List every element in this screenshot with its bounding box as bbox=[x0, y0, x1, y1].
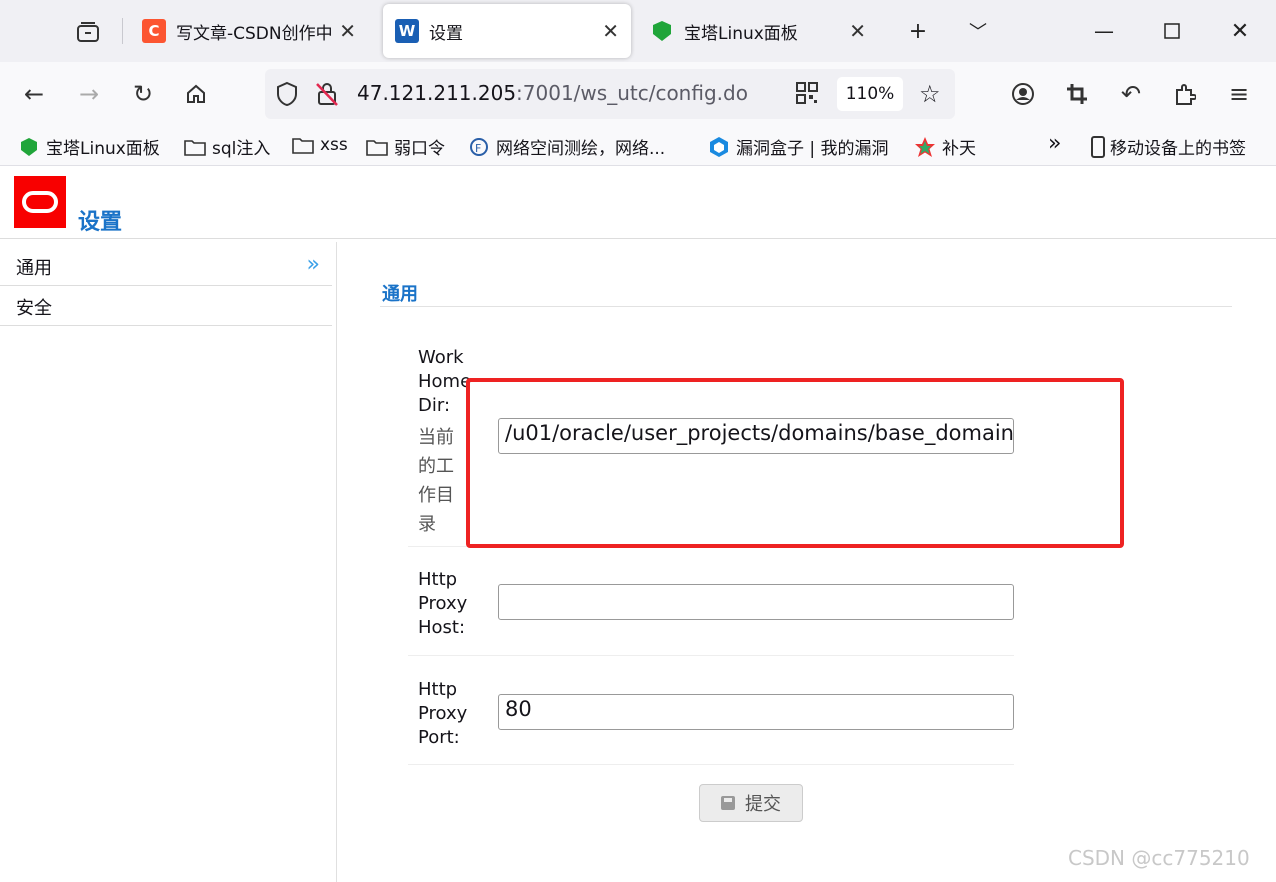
bookmark-label: 移动设备上的书签 bbox=[1110, 139, 1246, 159]
oracle-logo bbox=[14, 176, 66, 228]
bookmark-folder[interactable]: 弱口令 bbox=[366, 134, 445, 159]
double-chevron-right-icon: » bbox=[306, 252, 320, 277]
tab-bt-panel[interactable]: 宝塔Linux面板 ✕ bbox=[638, 4, 878, 58]
sidebar-item-general[interactable]: 通用 » bbox=[0, 246, 332, 286]
tab-settings[interactable]: W 设置 ✕ bbox=[383, 4, 631, 58]
new-tab-button[interactable]: + bbox=[898, 12, 938, 50]
close-icon[interactable]: ✕ bbox=[602, 19, 619, 43]
tab-separator bbox=[122, 18, 123, 44]
tab-title: 宝塔Linux面板 bbox=[684, 23, 798, 44]
sidebar-item-label: 安全 bbox=[16, 298, 52, 319]
section-title: 通用 bbox=[382, 284, 418, 305]
reload-icon[interactable]: ↻ bbox=[125, 76, 161, 112]
tab-title: 写文章-CSDN创作中心 bbox=[176, 23, 334, 44]
url-bar[interactable]: 47.121.211.205:7001/ws_utc/config.do 110… bbox=[265, 69, 955, 119]
bt-icon bbox=[18, 136, 40, 158]
tab-list-icon bbox=[77, 22, 99, 42]
bookmark-item[interactable]: 宝塔Linux面板 bbox=[18, 134, 160, 159]
home-icon[interactable] bbox=[178, 76, 214, 112]
http-proxy-port-label: Http Proxy Port: bbox=[418, 679, 468, 748]
close-icon[interactable]: ✕ bbox=[849, 19, 866, 43]
close-window-button[interactable]: ✕ bbox=[1220, 12, 1260, 50]
http-proxy-host-input[interactable] bbox=[498, 584, 1014, 620]
submit-label: 提交 bbox=[745, 794, 781, 815]
url-path: :7001/ws_utc/config.do bbox=[516, 81, 748, 105]
bookmark-item[interactable]: 补天 bbox=[914, 134, 976, 159]
bt-icon bbox=[650, 19, 674, 43]
row-divider bbox=[408, 655, 1014, 656]
close-icon[interactable]: ✕ bbox=[339, 19, 356, 43]
watermark: CSDN @cc775210 bbox=[1068, 846, 1250, 870]
bookmark-label: 漏洞盒子 | 我的漏洞 bbox=[736, 139, 889, 159]
minimize-button[interactable]: — bbox=[1084, 12, 1124, 50]
star-icon[interactable]: ☆ bbox=[919, 80, 941, 108]
qr-code-icon[interactable] bbox=[795, 81, 819, 109]
save-icon bbox=[721, 796, 735, 810]
svg-text:F: F bbox=[475, 142, 481, 155]
tab-list-button[interactable] bbox=[70, 14, 106, 50]
fofa-icon: F bbox=[468, 136, 490, 158]
folder-icon bbox=[184, 136, 206, 158]
page-content: 设置 通用 » 安全 通用 Work Home Dir: 当前的工作目录 /u0… bbox=[0, 166, 1276, 882]
bookmark-label: 网络空间测绘，网络... bbox=[496, 139, 666, 159]
header-divider bbox=[0, 238, 1276, 239]
row-divider bbox=[408, 764, 1014, 765]
url-text[interactable]: 47.121.211.205:7001/ws_utc/config.do bbox=[357, 81, 748, 105]
weblogic-icon: W bbox=[395, 19, 419, 43]
bookmark-mobile-folder[interactable]: 移动设备上的书签 bbox=[1090, 134, 1246, 159]
bookmarks-toolbar: 宝塔Linux面板 sql注入 xss 弱口令 F 网络空间测绘，网络... 漏… bbox=[0, 126, 1276, 166]
tab-title: 设置 bbox=[429, 23, 463, 44]
vulbox-icon bbox=[708, 136, 730, 158]
section-divider bbox=[380, 306, 1232, 307]
sidebar: 通用 » 安全 bbox=[0, 246, 332, 326]
bookmark-folder[interactable]: xss bbox=[292, 134, 348, 156]
extensions-icon[interactable] bbox=[1167, 76, 1203, 112]
bookmark-folder[interactable]: sql注入 bbox=[184, 134, 270, 159]
red-highlight-annotation bbox=[466, 378, 1124, 548]
bookmark-label: 补天 bbox=[942, 139, 976, 159]
folder-icon bbox=[292, 134, 314, 156]
sidebar-item-security[interactable]: 安全 bbox=[0, 286, 332, 326]
crop-icon[interactable] bbox=[1059, 76, 1095, 112]
shield-icon[interactable] bbox=[275, 81, 299, 111]
tab-strip: C 写文章-CSDN创作中心 ✕ W 设置 ✕ 宝塔Linux面板 ✕ + ﹀ … bbox=[0, 0, 1276, 62]
bookmark-label: xss bbox=[320, 135, 348, 155]
work-home-dir-description: 当前的工作目录 bbox=[418, 427, 454, 535]
bookmark-item[interactable]: 漏洞盒子 | 我的漏洞 bbox=[708, 134, 889, 159]
back-icon[interactable]: ← bbox=[16, 76, 52, 112]
account-icon[interactable] bbox=[1005, 76, 1041, 112]
tab-csdn[interactable]: C 写文章-CSDN创作中心 ✕ bbox=[130, 4, 368, 58]
bookmark-label: 弱口令 bbox=[394, 139, 445, 159]
bookmark-item[interactable]: F 网络空间测绘，网络... bbox=[468, 134, 665, 159]
http-proxy-port-input[interactable]: 80 bbox=[498, 694, 1014, 730]
sidebar-item-label: 通用 bbox=[16, 258, 52, 279]
forward-icon[interactable]: → bbox=[71, 76, 107, 112]
folder-icon bbox=[366, 136, 388, 158]
page-title: 设置 bbox=[78, 210, 123, 235]
insecure-lock-icon[interactable] bbox=[315, 81, 339, 111]
more-bookmarks-chevron-icon[interactable]: » bbox=[1048, 131, 1061, 156]
content-divider bbox=[336, 242, 337, 882]
submit-button[interactable]: 提交 bbox=[699, 784, 803, 822]
undo-icon[interactable]: ↶ bbox=[1113, 76, 1149, 112]
bookmark-label: sql注入 bbox=[212, 139, 271, 159]
tab-overflow-chevron-icon[interactable]: ﹀ bbox=[958, 12, 998, 50]
csdn-icon: C bbox=[142, 19, 166, 43]
url-host: 47.121.211.205 bbox=[357, 81, 517, 105]
http-proxy-host-label: Http Proxy Host: bbox=[418, 569, 468, 638]
mobile-device-icon bbox=[1090, 135, 1106, 158]
menu-icon[interactable]: ≡ bbox=[1221, 76, 1257, 112]
maximize-button[interactable] bbox=[1152, 12, 1192, 50]
butian-star-icon bbox=[914, 136, 936, 158]
bookmark-label: 宝塔Linux面板 bbox=[46, 139, 160, 159]
zoom-level-button[interactable]: 110% bbox=[837, 77, 903, 111]
nav-toolbar: ← → ↻ 47.121.211.205:7001/ws_utc/config.… bbox=[0, 62, 1276, 126]
